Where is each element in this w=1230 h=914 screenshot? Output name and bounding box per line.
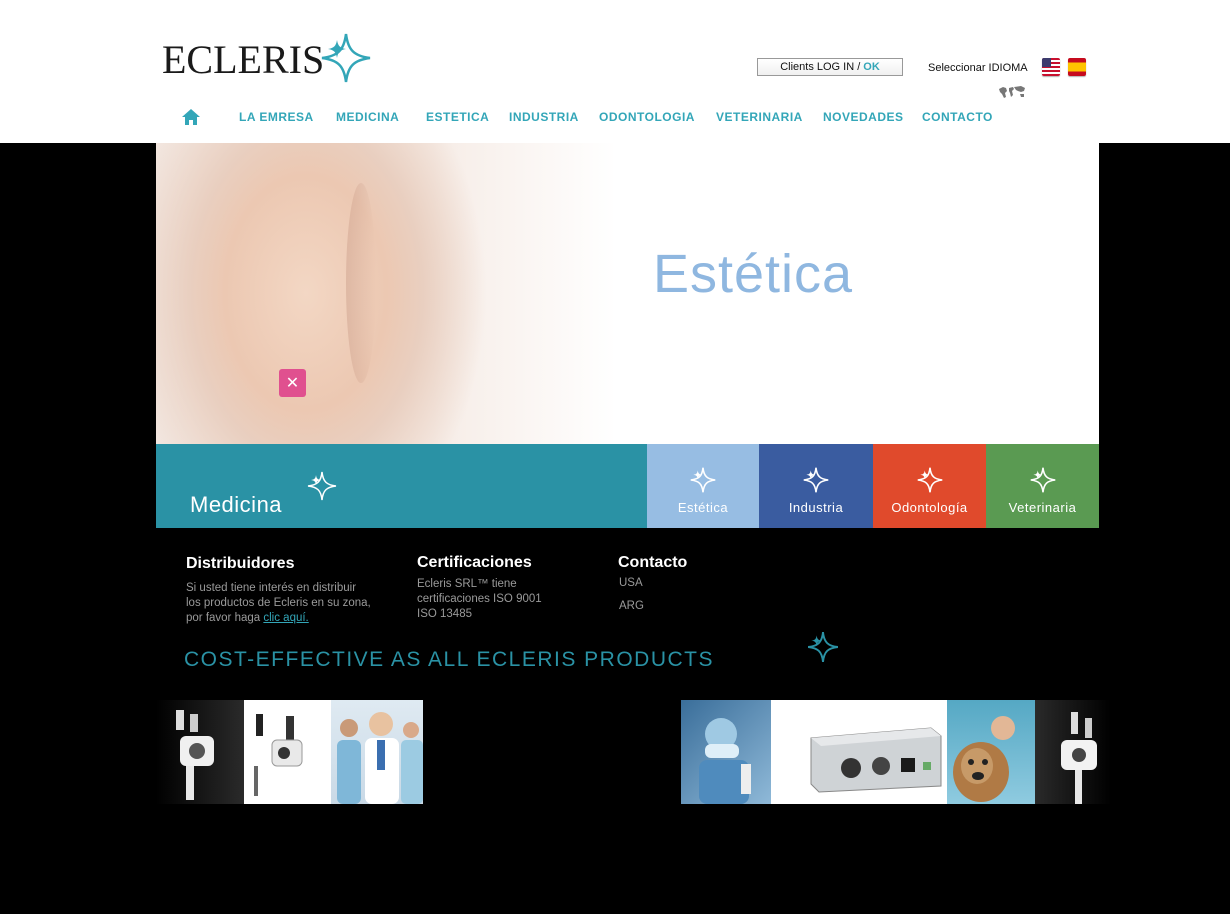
nav-item-la-empresa[interactable]: LA EMRESA	[239, 110, 314, 124]
distribuidores-line-3-prefix: por favor haga	[186, 612, 261, 624]
distribuidores-link[interactable]: clic aquí.	[263, 612, 308, 624]
surgeon-icon	[699, 718, 751, 804]
microscope-icon	[176, 710, 214, 800]
pink-patch-icon: ✕	[279, 369, 306, 397]
language-label: Seleccionar IDIOMA	[928, 62, 1028, 74]
distribuidores-line-1: Si usted tiene interés en distribuir	[186, 582, 357, 594]
world-map-icon[interactable]	[997, 84, 1027, 100]
category-medicina-label: Medicina	[190, 492, 283, 517]
brand-name: ECLERIS	[162, 36, 325, 82]
doctors-icon	[337, 712, 423, 804]
star-icon	[307, 471, 337, 501]
header: ECLERIS Clients LOG IN / OK Seleccionar …	[0, 0, 1230, 143]
nav-item-novedades[interactable]: NOVEDADES	[823, 110, 904, 124]
category-industria[interactable]: Industria	[759, 444, 873, 528]
category-odontologia[interactable]: Odontología	[873, 444, 986, 528]
certificaciones-title: Certificaciones	[417, 554, 532, 571]
distribuidores-line-2: los productos de Ecleris en su zona,	[186, 597, 371, 609]
contact-link-usa[interactable]: USA	[619, 577, 643, 589]
hero-photo	[156, 143, 616, 444]
light-source-icon	[810, 727, 942, 793]
distribuidores-text: Si usted tiene interés en distribuir los…	[186, 581, 396, 626]
login-label: Clients LOG IN /	[780, 61, 861, 73]
product-strip-left[interactable]	[156, 700, 423, 804]
hero-banner: ✕ Estética	[156, 143, 1099, 444]
nav-item-estetica[interactable]: ESTETICA	[426, 110, 489, 124]
client-login-button[interactable]: Clients LOG IN / OK	[757, 58, 903, 76]
category-medicina[interactable]: Medicina	[156, 444, 647, 528]
distribuidores-line-3: por favor haga clic aquí.	[186, 611, 396, 626]
microscope-dark-image	[1035, 700, 1111, 804]
veterinary-dog-image	[947, 700, 1035, 804]
nav-item-industria[interactable]: INDUSTRIA	[509, 110, 579, 124]
star-logo-icon	[322, 33, 371, 83]
category-veterinaria-label: Veterinaria	[1008, 500, 1077, 515]
contacto-title: Contacto	[618, 554, 688, 571]
category-odontologia-label: Odontología	[891, 500, 968, 515]
microscope-white-image	[244, 700, 331, 804]
category-industria-label: Industria	[788, 500, 844, 515]
us-flag-icon[interactable]	[1042, 58, 1060, 76]
star-icon	[690, 467, 716, 493]
distribuidores-title: Distribuidores	[186, 555, 295, 572]
category-veterinaria[interactable]: Veterinaria	[986, 444, 1099, 528]
main-nav: LA EMRESA MEDICINA ESTETICA INDUSTRIA OD…	[0, 110, 1230, 132]
light-source-image	[771, 700, 947, 804]
nav-item-medicina[interactable]: MEDICINA	[336, 110, 399, 124]
certificaciones-line-1: Ecleris SRL™ tiene	[417, 578, 517, 590]
certificaciones-line-2: certificaciones ISO 9001	[417, 593, 542, 605]
doctors-image	[331, 700, 423, 804]
surgeons-image	[681, 700, 771, 804]
nav-item-contacto[interactable]: CONTACTO	[922, 110, 993, 124]
certificaciones-line-3: ISO 13485	[417, 608, 472, 620]
nav-item-odontologia[interactable]: ODONTOLOGIA	[599, 110, 695, 124]
category-band: Medicina Estética Industria Odontología …	[156, 444, 1099, 528]
page: ECLERIS Clients LOG IN / OK Seleccionar …	[0, 0, 1230, 914]
microscope-icon	[254, 714, 303, 796]
nav-item-veterinaria[interactable]: VETERINARIA	[716, 110, 803, 124]
category-estetica-label: Estética	[677, 500, 729, 515]
star-icon	[808, 632, 838, 662]
category-estetica[interactable]: Estética	[647, 444, 759, 528]
slogan: COST-EFFECTIVE AS ALL ECLERIS PRODUCTS	[184, 648, 715, 671]
star-icon	[1030, 467, 1055, 493]
star-icon	[803, 467, 829, 493]
contact-link-arg[interactable]: ARG	[619, 600, 644, 612]
product-strip-right[interactable]	[681, 700, 1111, 804]
brand-logo[interactable]: ECLERIS	[162, 33, 372, 84]
star-icon	[917, 467, 942, 493]
dog-icon	[953, 716, 1015, 802]
microscope-icon	[1061, 712, 1097, 804]
login-ok-label: OK	[863, 61, 880, 73]
certificaciones-text: Ecleris SRL™ tiene certificaciones ISO 9…	[417, 577, 577, 622]
microscope-image	[156, 700, 244, 804]
hero-title: Estética	[653, 244, 854, 304]
spain-flag-icon[interactable]	[1068, 58, 1086, 76]
